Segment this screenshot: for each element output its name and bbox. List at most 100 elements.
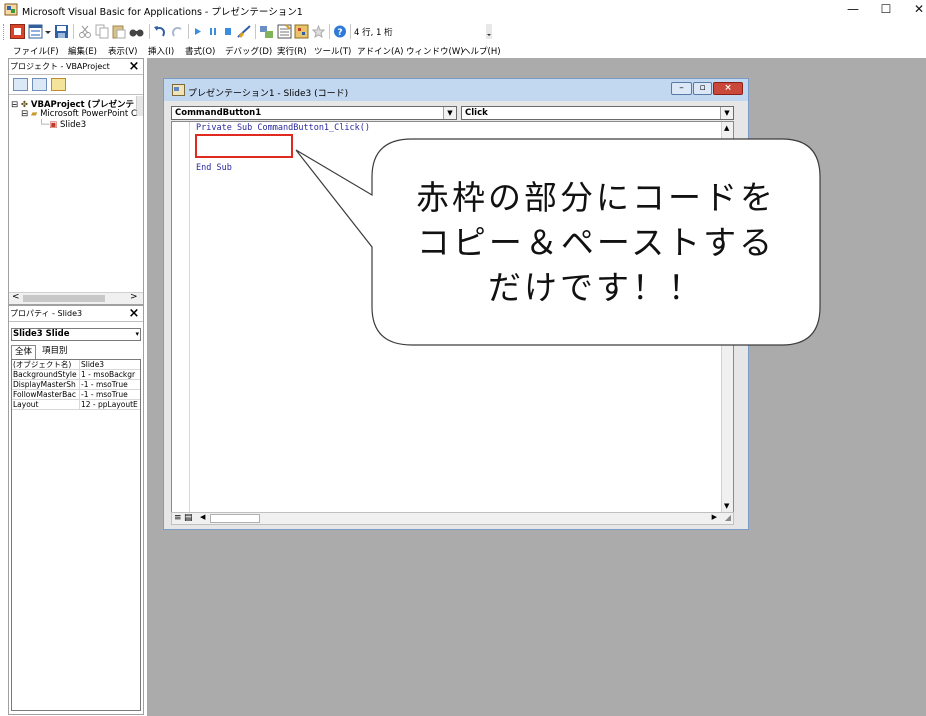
toolbox-icon[interactable] <box>312 24 325 39</box>
project-panel-close-icon[interactable]: × <box>127 60 141 74</box>
chevron-down-icon[interactable]: ▼ <box>443 107 456 119</box>
scroll-down-icon[interactable]: ▼ <box>724 502 729 510</box>
code-restore-button[interactable]: ▫ <box>693 82 712 95</box>
break-icon[interactable] <box>207 24 219 39</box>
object-combo[interactable]: CommandButton1 ▼ <box>171 106 457 120</box>
tab-categorized[interactable]: 項目別 <box>39 345 71 359</box>
code-hscroll-thumb[interactable] <box>210 514 260 523</box>
object-select[interactable]: Slide3 Slide ▾ <box>11 328 141 341</box>
cut-icon[interactable] <box>78 24 92 39</box>
window-title: Microsoft Visual Basic for Applications … <box>22 7 303 18</box>
code-line[interactable]: End Sub <box>196 163 232 173</box>
save-icon[interactable] <box>54 24 69 39</box>
code-window-title-bar[interactable]: プレゼンテーション1 - Slide3 (コード) – ▫ × <box>164 79 748 101</box>
project-hscroll[interactable]: < > <box>9 292 143 304</box>
scroll-right-icon[interactable]: ▶ <box>712 513 717 521</box>
menu-format[interactable]: 書式(O) <box>185 45 215 57</box>
toolbar-overflow-icon[interactable] <box>486 24 492 39</box>
procedure-combo-value: Click <box>465 108 488 118</box>
procedure-combo[interactable]: Click ▼ <box>461 106 734 120</box>
find-icon[interactable] <box>129 24 144 39</box>
toolbar-separator <box>73 24 74 39</box>
slide-icon: ▣ <box>49 120 60 130</box>
property-row[interactable]: DisplayMasterSh -1 - msoTrue <box>12 380 140 390</box>
toggle-folders-icon[interactable] <box>51 78 66 91</box>
close-button[interactable]: ✕ <box>900 0 926 20</box>
property-name: DisplayMasterSh <box>13 380 76 389</box>
view-powerpoint-icon[interactable] <box>10 24 25 39</box>
project-panel-title-bar: プロジェクト - VBAProject × <box>9 59 143 75</box>
insert-userform-icon[interactable] <box>28 24 43 39</box>
dropdown-arrow-icon[interactable] <box>44 24 52 39</box>
collapse-icon[interactable]: ⊟ <box>11 100 21 110</box>
toolbar-separator <box>255 24 256 39</box>
code-minimize-button[interactable]: – <box>671 82 692 95</box>
properties-panel-close-icon[interactable]: × <box>127 307 141 321</box>
tree-item-powerpoint-objects[interactable]: ⊟ ▰ Microsoft PowerPoint C <box>21 109 137 119</box>
view-code-icon[interactable] <box>13 78 28 91</box>
callout-line: 赤枠の部分にコードを <box>416 178 776 217</box>
menu-addins[interactable]: アドイン(A) <box>357 45 403 57</box>
menu-view[interactable]: 表示(V) <box>108 45 137 57</box>
scroll-left-icon[interactable]: ◀ <box>200 513 205 521</box>
reset-icon[interactable] <box>222 24 234 39</box>
collapse-icon[interactable]: ⊟ <box>21 109 31 119</box>
menu-help[interactable]: ヘルプ(H) <box>462 45 501 57</box>
menu-window[interactable]: ウィンドウ(W) <box>406 45 464 57</box>
paste-icon[interactable] <box>112 24 126 39</box>
scroll-up-icon[interactable]: ▲ <box>724 124 729 132</box>
tree-item-slide3[interactable]: └─▣ Slide3 <box>39 120 86 130</box>
resize-grip-icon[interactable]: ◢ <box>725 513 731 522</box>
tree-label: Slide3 <box>59 120 87 130</box>
property-row[interactable]: (オブジェクト名) Slide3 <box>12 360 140 370</box>
properties-panel-title-bar: プロパティ - Slide3 × <box>9 306 143 322</box>
properties-window-icon[interactable] <box>277 24 292 39</box>
property-row[interactable]: Layout 12 - ppLayoutE <box>12 400 140 410</box>
highlight-box <box>195 134 293 158</box>
redo-icon[interactable] <box>170 24 184 39</box>
property-name: FollowMasterBac <box>13 390 77 399</box>
menu-edit[interactable]: 編集(E) <box>68 45 97 57</box>
chevron-down-icon[interactable]: ▾ <box>135 329 139 340</box>
chevron-down-icon[interactable]: ▼ <box>720 107 733 119</box>
properties-grid: (オブジェクト名) Slide3 BackgroundStyle 1 - msoBa… <box>11 359 141 711</box>
property-value[interactable]: -1 - msoTrue <box>79 390 140 399</box>
project-vscroll[interactable] <box>136 96 143 116</box>
scroll-left-icon[interactable]: < <box>12 292 20 302</box>
property-value[interactable]: -1 - msoTrue <box>79 380 140 389</box>
design-mode-icon[interactable] <box>237 24 252 39</box>
callout-line: だけです！！ <box>488 268 704 307</box>
property-value[interactable]: Slide3 <box>79 360 140 369</box>
project-explorer-icon[interactable] <box>259 24 274 39</box>
svg-text:?: ? <box>337 28 342 38</box>
property-row[interactable]: BackgroundStyle 1 - msoBackgr <box>12 370 140 380</box>
cursor-position: 4 行, 1 桁 <box>354 28 393 38</box>
property-value[interactable]: 1 - msoBackgr <box>79 370 140 379</box>
property-value[interactable]: 12 - ppLayoutE <box>79 400 140 409</box>
code-line[interactable]: Private Sub CommandButton1_Click() <box>196 123 370 133</box>
undo-icon[interactable] <box>153 24 167 39</box>
object-browser-icon[interactable] <box>294 24 309 39</box>
menu-run[interactable]: 実行(R) <box>277 45 307 57</box>
menu-file[interactable]: ファイル(F) <box>13 45 59 57</box>
copy-icon[interactable] <box>95 24 109 39</box>
code-window-status: ≡ ▤ ◀ ▶ ◢ <box>171 512 734 525</box>
menu-insert[interactable]: 挿入(I) <box>148 45 174 57</box>
view-object-icon[interactable] <box>32 78 47 91</box>
full-module-view-icon[interactable]: ▤ <box>184 513 193 523</box>
toolbar-separator <box>350 24 351 39</box>
tab-alphabetic[interactable]: 全体 <box>11 345 37 359</box>
help-icon[interactable]: ? <box>333 24 347 39</box>
toolbar-grip[interactable] <box>3 24 6 40</box>
property-row[interactable]: FollowMasterBac -1 - msoTrue <box>12 390 140 400</box>
scroll-right-icon[interactable]: > <box>130 292 138 302</box>
menu-debug[interactable]: デバッグ(D) <box>225 45 272 57</box>
procedure-view-icon[interactable]: ≡ <box>174 513 182 523</box>
code-close-button[interactable]: × <box>713 82 743 95</box>
run-icon[interactable] <box>192 24 204 39</box>
property-name: Layout <box>13 400 39 409</box>
scroll-thumb[interactable] <box>23 295 105 302</box>
code-margin[interactable] <box>172 122 190 512</box>
menu-tools[interactable]: ツール(T) <box>314 45 351 57</box>
menu-bar: ファイル(F) 編集(E) 表示(V) 挿入(I) 書式(O) デバッグ(D) … <box>0 44 926 58</box>
